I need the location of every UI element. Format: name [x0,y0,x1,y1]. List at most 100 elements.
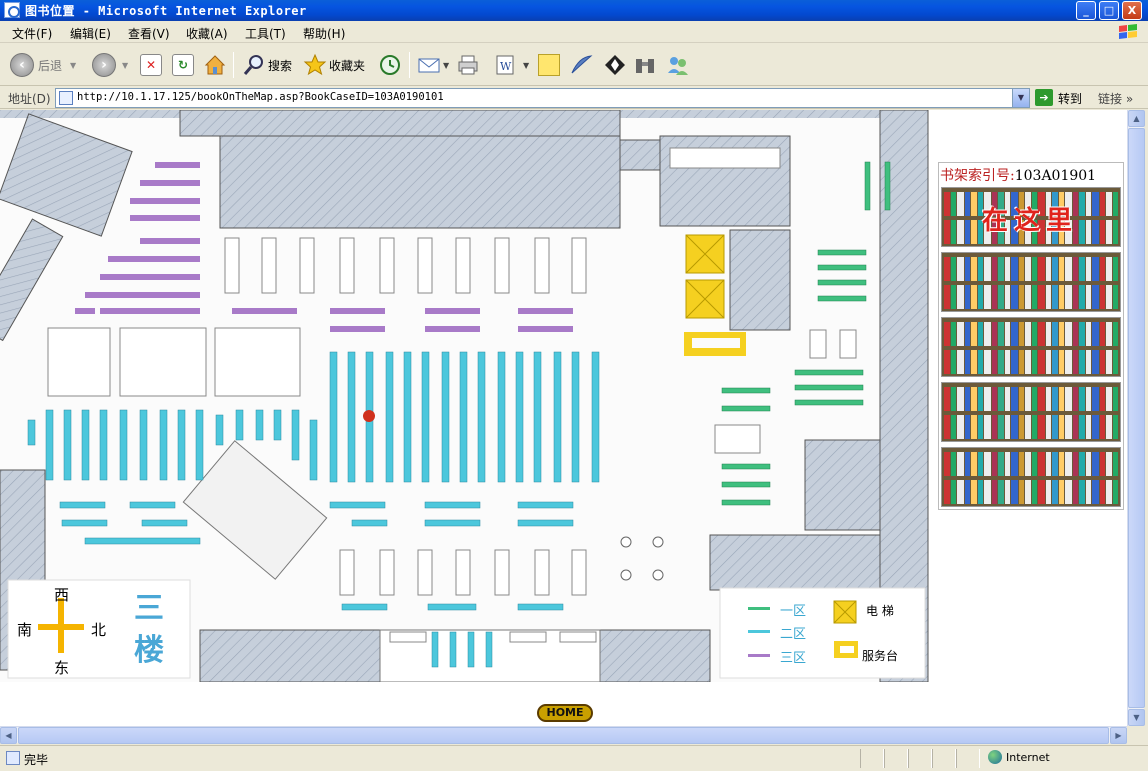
search-button[interactable]: 搜索 [242,51,292,79]
bookshelf-image [941,447,1121,507]
standard-toolbar: ‹ 后退 ▼ › ▼ ✕ ↻ 搜索 收藏夹 ▼ W ▼ [0,44,1148,86]
search-label: 搜索 [268,58,293,73]
scroll-down-arrow-icon[interactable]: ▼ [1128,709,1145,726]
menu-favorites[interactable]: 收藏(A) [186,25,228,42]
legend-zone2: 二区 [780,627,807,642]
mail-icon [418,58,440,73]
menu-view[interactable]: 查看(V) [128,25,170,42]
go-arrow-icon[interactable]: ➔ [1035,89,1053,106]
dropdown-arrow-icon: ▼ [122,60,129,70]
shelf-index: 书架索引号:103A01901 [940,168,1097,184]
compass-west: 西 [54,586,70,604]
bookshelf-image [941,382,1121,442]
scroll-left-arrow-icon[interactable]: ◀ [0,727,17,744]
legend-service: 服务台 [862,649,899,663]
home-link-button[interactable]: HOME [537,704,593,722]
quill-icon [571,55,593,74]
mail-button[interactable]: ▼ [417,51,449,79]
page-icon [59,91,73,105]
svg-text:W: W [500,60,512,73]
minimize-button[interactable]: _ [1076,1,1096,20]
windows-logo-icon [1119,24,1137,39]
globe-icon [988,750,1002,764]
menu-help[interactable]: 帮助(H) [303,25,345,42]
horizontal-scrollbar[interactable]: ◀ ▶ [0,726,1127,744]
back-button[interactable]: ‹ 后退 ▼ [10,51,76,79]
stop-button[interactable]: ✕ [140,51,162,79]
status-text: 完毕 [24,753,49,767]
back-arrow-icon: ‹ [10,53,34,77]
floor-label: 三楼 [134,591,164,668]
status-cell [884,749,908,768]
vertical-scrollbar[interactable]: ▲ ▼ [1127,110,1145,726]
dropdown-arrow-icon: ▼ [70,60,77,70]
back-label: 后退 [38,58,63,73]
ie-window: 图书位置 - Microsoft Internet Explorer _ □ X… [0,0,1148,771]
diamond-icon [605,55,625,75]
home-button[interactable] [203,51,227,79]
close-button[interactable]: X [1122,1,1142,20]
here-label: 在这里 [982,206,1079,236]
address-input[interactable]: http://10.1.17.125/bookOnTheMap.asp?Book… [55,88,1030,108]
bookshelf-image: 在这里 [941,187,1121,247]
address-url[interactable]: http://10.1.17.125/bookOnTheMap.asp?Book… [77,91,444,103]
menu-edit[interactable]: 编辑(E) [70,25,111,42]
title-bar[interactable]: 图书位置 - Microsoft Internet Explorer _ □ X [0,0,1148,21]
menu-tools[interactable]: 工具(T) [245,25,286,42]
legend-box [719,587,926,679]
edit-button[interactable]: W ▼ [493,51,529,79]
security-zone[interactable]: Internet [988,750,1050,764]
forward-arrow-icon: › [92,53,116,77]
dropdown-arrow-icon: ▼ [443,60,450,70]
go-button[interactable]: 转到 [1058,90,1082,107]
scroll-up-arrow-icon[interactable]: ▲ [1128,110,1145,127]
tools-button[interactable] [633,51,657,79]
binoculars-icon [636,59,654,73]
address-label: 地址(D) [8,92,51,106]
favorites-label: 收藏夹 [329,58,366,73]
window-title: 图书位置 - Microsoft Internet Explorer [25,4,307,18]
status-cell [932,749,956,768]
page-status-icon [6,751,20,765]
favorites-button[interactable]: 收藏夹 [303,51,365,79]
note-icon [538,54,560,76]
status-cell [956,749,980,768]
word-document-icon: W [496,55,514,75]
book-location-marker [363,410,375,422]
stop-icon: ✕ [140,54,162,76]
legend-elevator: 电 梯 [866,604,894,618]
address-dropdown-button[interactable]: ▼ [1012,89,1029,107]
print-button[interactable] [456,51,480,79]
menu-bar: 文件(F) 编辑(E) 查看(V) 收藏(A) 工具(T) 帮助(H) [0,21,1148,43]
horizontal-scroll-thumb[interactable] [18,727,1109,744]
status-bar: 完毕 Internet [0,745,1148,771]
legend-zone3: 三区 [780,651,807,666]
compass-east: 东 [54,659,70,677]
bookshelf-panel: 书架索引号:103A01901 在这里 [938,162,1124,510]
refresh-icon: ↻ [172,54,194,76]
toolbar-separator [233,52,234,78]
discuss-button[interactable] [538,51,560,79]
page-content: 西 南 北 东 三楼 一区 二区 三区 电 梯 服务台 书架索引号:103A01… [0,110,1127,726]
history-button[interactable] [378,51,402,79]
links-button[interactable]: 链接 » [1098,90,1133,107]
history-icon [380,55,400,75]
forward-button[interactable]: › ▼ [92,51,128,79]
address-bar: 地址(D) http://10.1.17.125/bookOnTheMap.as… [0,87,1148,109]
messenger-button[interactable] [569,51,593,79]
ie-app-icon[interactable] [4,2,20,18]
zone-label: Internet [1006,750,1050,764]
status-cell [908,749,932,768]
bookshelf-image [941,317,1121,377]
users-button[interactable] [666,51,690,79]
research-button[interactable] [603,51,627,79]
vertical-scroll-thumb[interactable] [1128,128,1145,708]
maximize-button[interactable]: □ [1099,1,1119,20]
toolbar-separator [409,52,410,78]
refresh-button[interactable]: ↻ [172,51,194,79]
home-icon [204,55,226,75]
bookshelf-image [941,252,1121,312]
menu-file[interactable]: 文件(F) [12,25,52,42]
scroll-right-arrow-icon[interactable]: ▶ [1110,727,1127,744]
legend-zone1: 一区 [780,604,807,619]
